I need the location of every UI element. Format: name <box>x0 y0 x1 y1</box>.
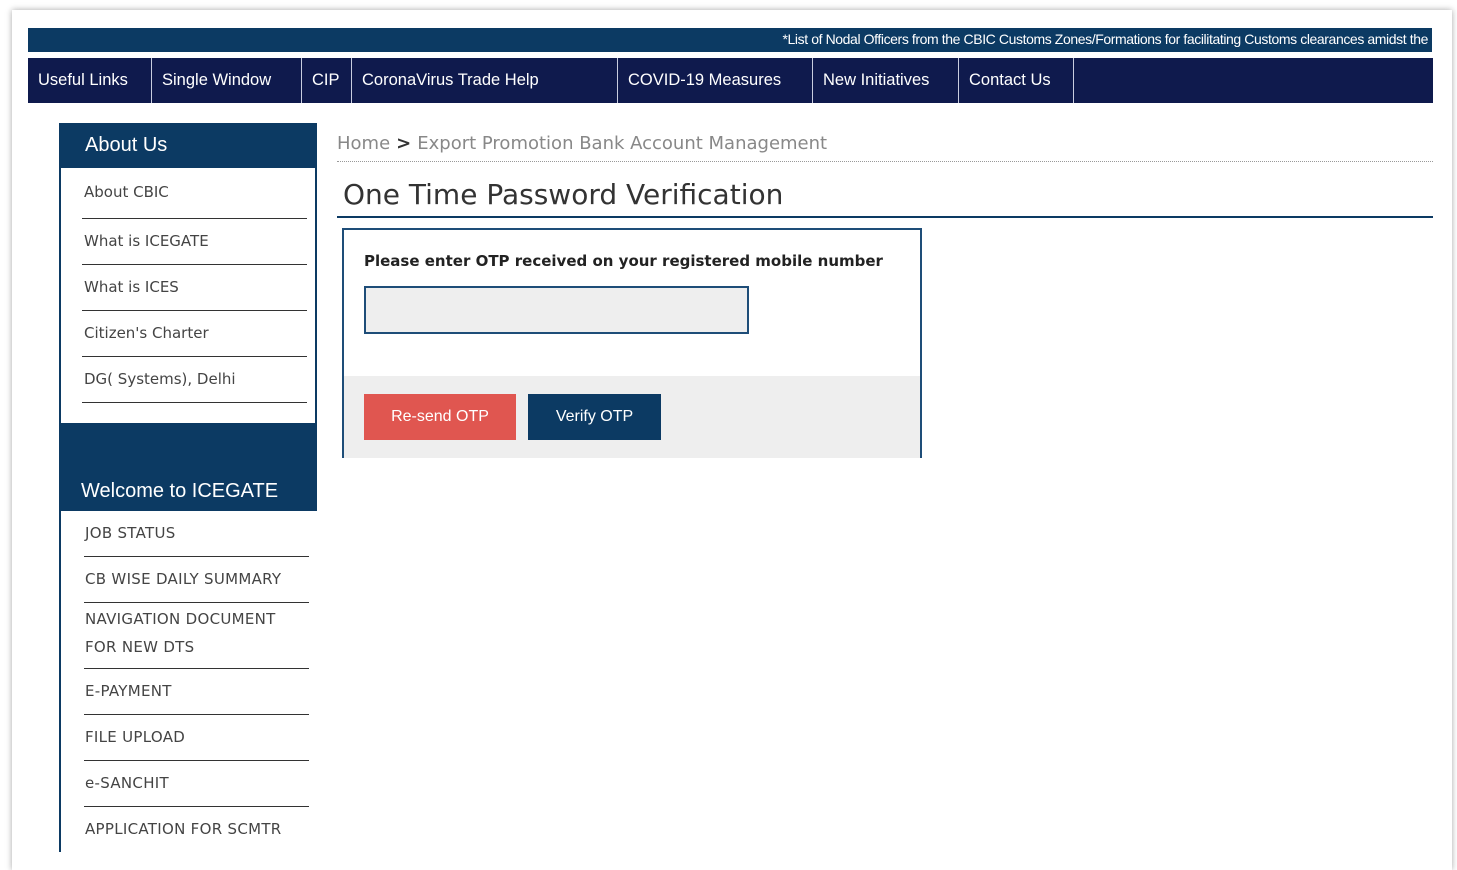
about-us-heading: About Us <box>59 123 317 168</box>
sidebar-item-what-is-icegate[interactable]: What is ICEGATE <box>82 219 307 265</box>
sidebar-item-e-payment[interactable]: E-PAYMENT <box>84 669 309 715</box>
otp-button-bar: Re-send OTP Verify OTP <box>344 376 920 458</box>
sidebar-item-dg-systems[interactable]: DG( Systems), Delhi <box>82 357 307 403</box>
menu-coronavirus-trade-help[interactable]: CoronaVirus Trade Help <box>352 58 618 103</box>
news-ticker[interactable]: *List of Nodal Officers from the CBIC Cu… <box>28 28 1432 52</box>
sidebar-item-navigation-document[interactable]: NAVIGATION DOCUMENT FOR NEW DTS <box>84 603 309 669</box>
main-menu: Useful Links Single Window CIP CoronaVir… <box>28 58 1433 103</box>
welcome-heading: Welcome to ICEGATE <box>81 480 279 502</box>
breadcrumb-separator: > <box>396 133 412 154</box>
otp-input[interactable] <box>364 286 749 334</box>
sidebar-item-citizens-charter[interactable]: Citizen's Charter <box>82 311 307 357</box>
sidebar-item-file-upload[interactable]: FILE UPLOAD <box>84 715 309 761</box>
breadcrumb: Home > Export Promotion Bank Account Manag… <box>337 133 1433 162</box>
breadcrumb-current: Export Promotion Bank Account Management <box>417 133 828 154</box>
about-us-list: About CBIC What is ICEGATE What is ICES … <box>59 168 317 423</box>
menu-useful-links[interactable]: Useful Links <box>28 58 152 103</box>
menu-single-window[interactable]: Single Window <box>152 58 302 103</box>
welcome-list: JOB STATUS CB WISE DAILY SUMMARY NAVIGAT… <box>59 511 317 852</box>
sidebar-item-what-is-ices[interactable]: What is ICES <box>82 265 307 311</box>
sidebar-item-about-cbic[interactable]: About CBIC <box>82 168 307 219</box>
page-title: One Time Password Verification <box>337 178 1433 218</box>
breadcrumb-home[interactable]: Home <box>337 133 390 154</box>
resend-otp-button[interactable]: Re-send OTP <box>364 394 516 440</box>
sidebar-item-cb-wise-daily-summary[interactable]: CB WISE DAILY SUMMARY <box>84 557 309 603</box>
otp-field-label: Please enter OTP received on your regist… <box>364 252 883 270</box>
verify-otp-button[interactable]: Verify OTP <box>528 394 661 440</box>
menu-cip[interactable]: CIP <box>302 58 352 103</box>
ticker-text[interactable]: *List of Nodal Officers from the CBIC Cu… <box>782 31 1428 47</box>
sidebar: About Us About CBIC What is ICEGATE What… <box>59 123 317 852</box>
sidebar-item-application-for-scmtr[interactable]: APPLICATION FOR SCMTR <box>84 807 309 852</box>
welcome-heading-block: Welcome to ICEGATE <box>59 423 317 511</box>
menu-covid19-measures[interactable]: COVID-19 Measures <box>618 58 813 103</box>
sidebar-item-e-sanchit[interactable]: e-SANCHIT <box>84 761 309 807</box>
menu-contact-us[interactable]: Contact Us <box>959 58 1074 103</box>
menu-new-initiatives[interactable]: New Initiatives <box>813 58 959 103</box>
sidebar-item-job-status[interactable]: JOB STATUS <box>84 511 309 557</box>
otp-panel: Please enter OTP received on your regist… <box>342 228 922 458</box>
